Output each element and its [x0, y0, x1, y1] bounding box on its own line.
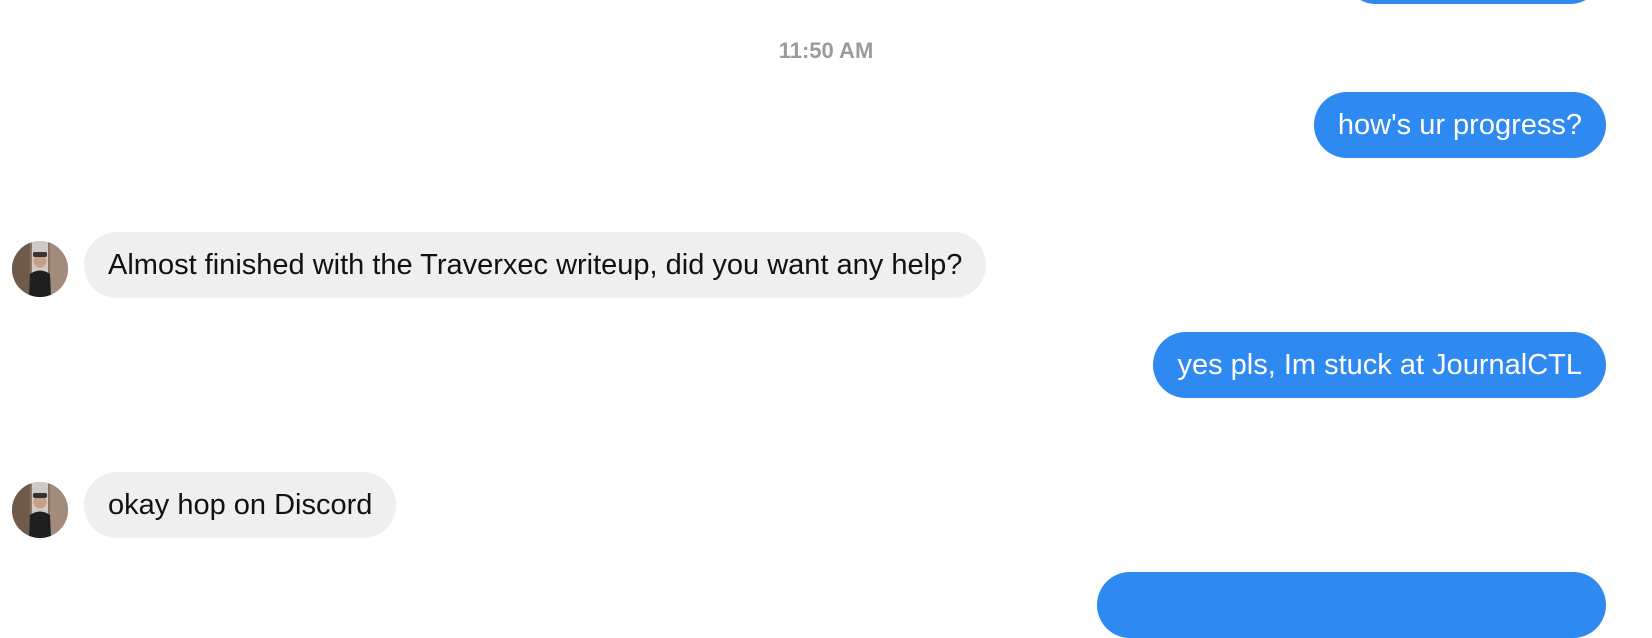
message-bubble-partial-top[interactable]	[1343, 0, 1603, 4]
person-photo-icon	[12, 482, 68, 538]
message-bubble-outgoing[interactable]: yes pls, Im stuck at JournalCTL	[1153, 332, 1606, 398]
message-timestamp: 11:50 AM	[778, 38, 874, 63]
contact-avatar[interactable]	[12, 241, 68, 297]
message-bubble-incoming[interactable]: okay hop on Discord	[84, 472, 397, 538]
message-bubble-outgoing[interactable]: how's ur progress?	[1313, 92, 1606, 158]
person-photo-icon	[12, 241, 68, 297]
message-text: Almost finished with the Traverxec write…	[108, 249, 963, 281]
message-text: yes pls, Im stuck at JournalCTL	[1177, 349, 1582, 381]
message-thread: 11:50 AM how's ur progress? Almost finis…	[0, 0, 1652, 638]
message-bubble-incoming[interactable]: Almost finished with the Traverxec write…	[84, 232, 987, 298]
message-text: how's ur progress?	[1337, 109, 1582, 141]
message-bubble-partial-bottom[interactable]	[1097, 572, 1606, 638]
message-text: okay hop on Discord	[108, 489, 373, 521]
contact-avatar[interactable]	[12, 482, 68, 538]
